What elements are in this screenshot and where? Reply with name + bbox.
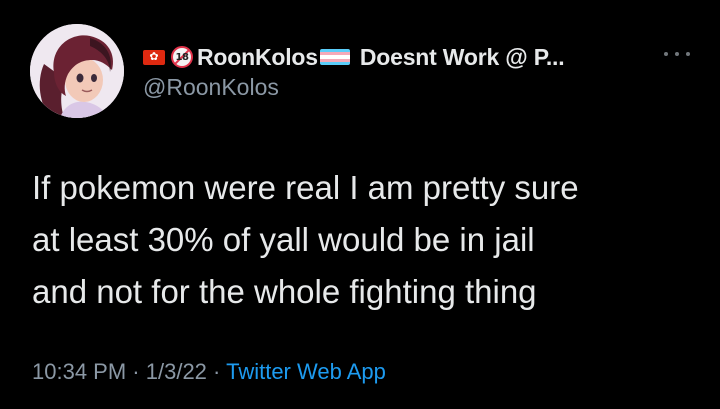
- tweet-text-line: at least 30% of yall would be in jail: [32, 221, 535, 258]
- hong-kong-flag-icon: ✿: [143, 49, 165, 65]
- display-name-suffix[interactable]: Doesnt Work @ P...: [360, 44, 565, 71]
- trans-flag-icon: [319, 49, 350, 65]
- tweet: ✿ 18 RoonKolos Doesnt Work @ P... @RoonK…: [0, 0, 720, 409]
- tweet-meta: 10:34 PM · 1/3/22 · Twitter Web App: [32, 359, 386, 385]
- tweet-text: If pokemon were real I am pretty sure at…: [32, 162, 702, 318]
- tweet-text-line: and not for the whole fighting thing: [32, 273, 537, 310]
- tweet-date[interactable]: 1/3/22: [146, 359, 207, 384]
- author-handle[interactable]: @RoonKolos: [143, 74, 279, 101]
- no-under-18-icon: 18: [171, 46, 193, 68]
- avatar[interactable]: [30, 24, 124, 118]
- display-name[interactable]: RoonKolos: [197, 44, 318, 71]
- tweet-time[interactable]: 10:34 PM: [32, 359, 126, 384]
- meta-separator: ·: [132, 359, 140, 384]
- meta-separator: ·: [213, 359, 221, 384]
- tweet-source[interactable]: Twitter Web App: [226, 359, 386, 384]
- tweet-text-line: If pokemon were real I am pretty sure: [32, 169, 579, 206]
- more-options-icon[interactable]: [664, 46, 690, 62]
- avatar-illustration: [30, 24, 124, 118]
- author-name-row[interactable]: ✿ 18 RoonKolos Doesnt Work @ P...: [143, 42, 565, 72]
